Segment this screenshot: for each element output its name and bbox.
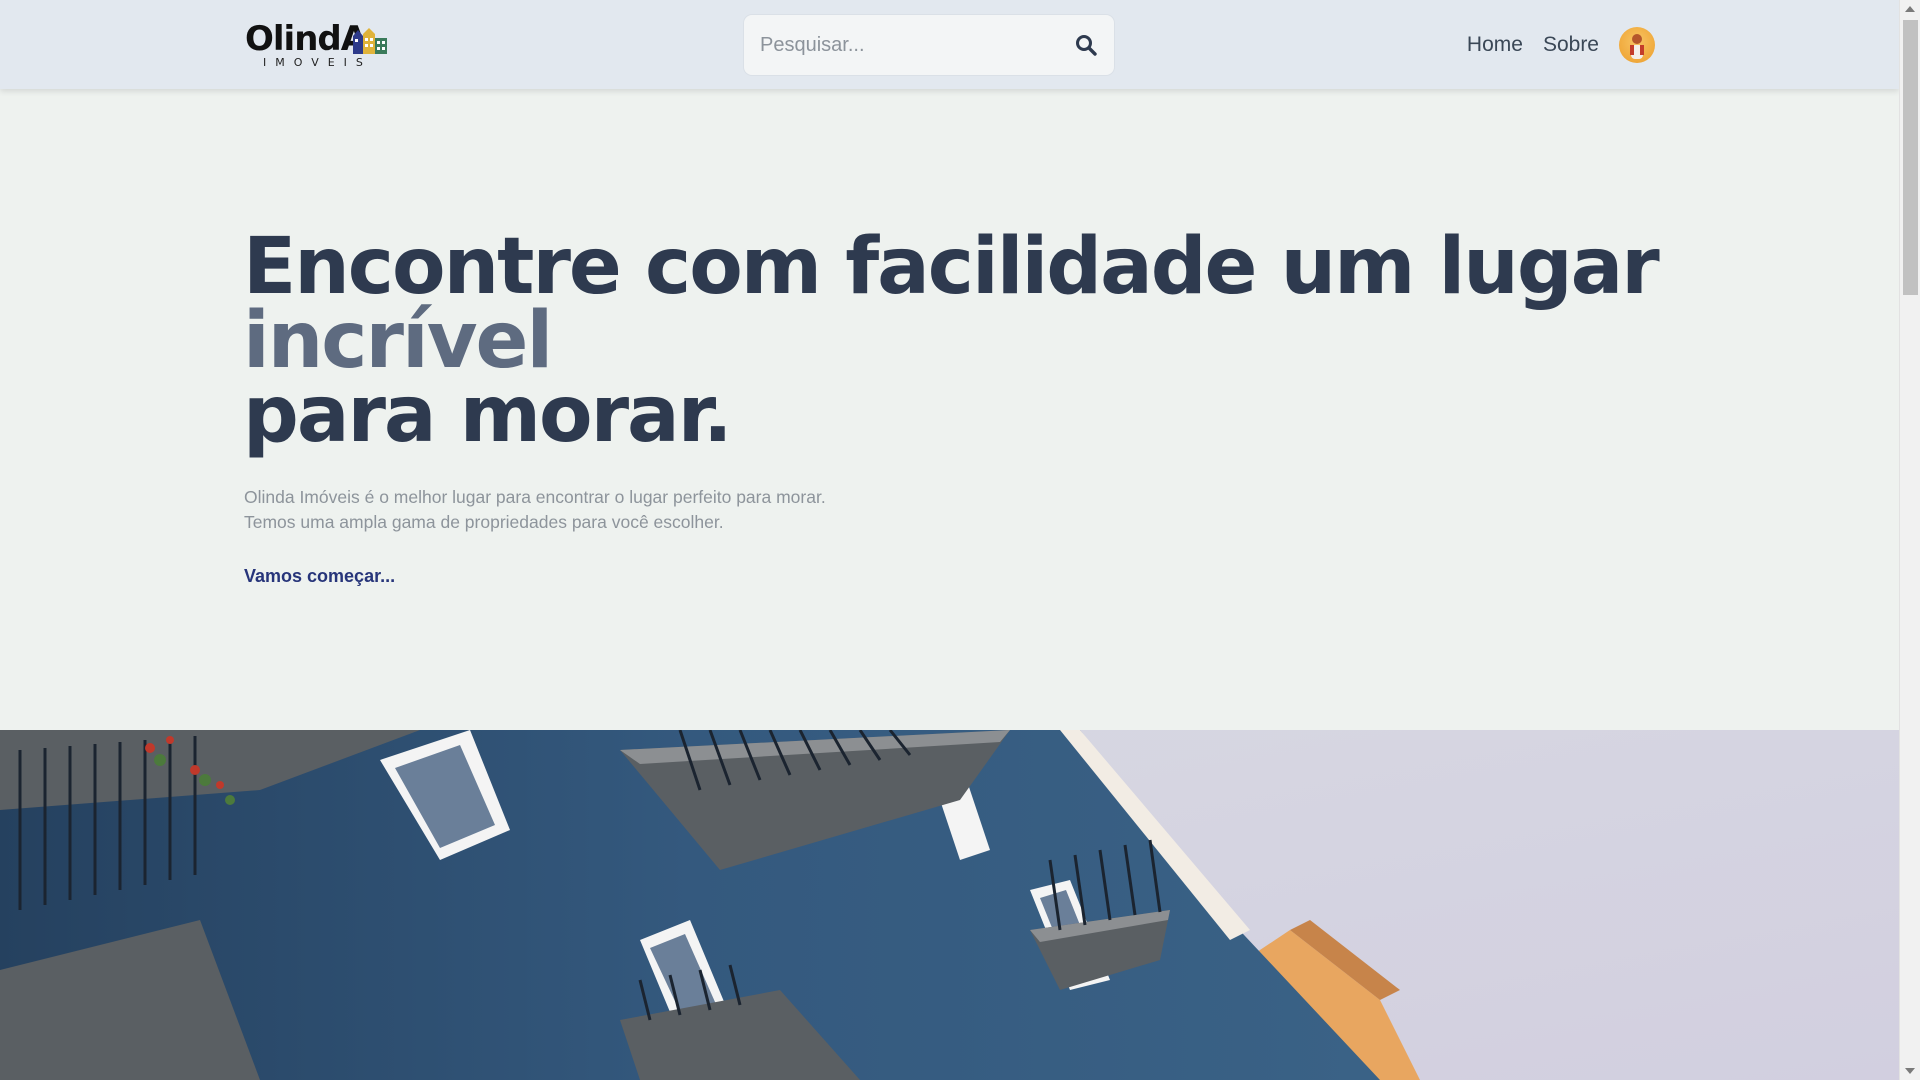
hero-description-line-1: Olinda Imóveis é o melhor lugar para enc… — [244, 487, 826, 507]
search-icon — [1076, 35, 1097, 56]
building-photo — [0, 730, 1899, 1080]
hero-description-line-2: Temos uma ampla gama de propriedades par… — [244, 512, 724, 532]
get-started-link[interactable]: Vamos começar... — [244, 566, 395, 587]
search-input[interactable] — [744, 15, 1060, 75]
scroll-thumb[interactable] — [1903, 20, 1918, 295]
scroll-up-arrow-icon[interactable] — [1905, 6, 1915, 12]
vertical-scrollbar[interactable] — [1899, 0, 1920, 1080]
search-box — [744, 15, 1114, 75]
main-nav: Home Sobre — [1467, 0, 1655, 89]
hero-description: Olinda Imóveis é o melhor lugar para enc… — [244, 485, 826, 535]
hero-section: Encontre com facilidade um lugar incríve… — [0, 89, 1899, 730]
search-button[interactable] — [1068, 27, 1104, 63]
logo-wordmark: OlindA — [245, 19, 367, 59]
user-avatar[interactable] — [1619, 26, 1655, 63]
nav-sobre-link[interactable]: Sobre — [1543, 33, 1599, 57]
scroll-down-arrow-icon[interactable] — [1905, 1068, 1915, 1074]
nav-home-link[interactable]: Home — [1467, 33, 1523, 57]
logo-houses-icon — [353, 28, 387, 54]
olinda-imoveis-logo[interactable]: OlindA IMOVEIS — [245, 16, 387, 72]
page: OlindA IMOVEIS Pesquisar... Home Sobre E… — [0, 0, 1899, 1080]
headline-line-3: para morar. — [243, 370, 733, 460]
top-navbar: OlindA IMOVEIS Pesquisar... Home Sobre — [0, 0, 1899, 89]
avatar-person-icon — [1630, 33, 1644, 59]
logo-subtitle: IMOVEIS — [263, 56, 372, 69]
apartment-building-image — [0, 730, 1899, 1080]
hero-headline: Encontre com facilidade um lugar incríve… — [243, 228, 1660, 454]
